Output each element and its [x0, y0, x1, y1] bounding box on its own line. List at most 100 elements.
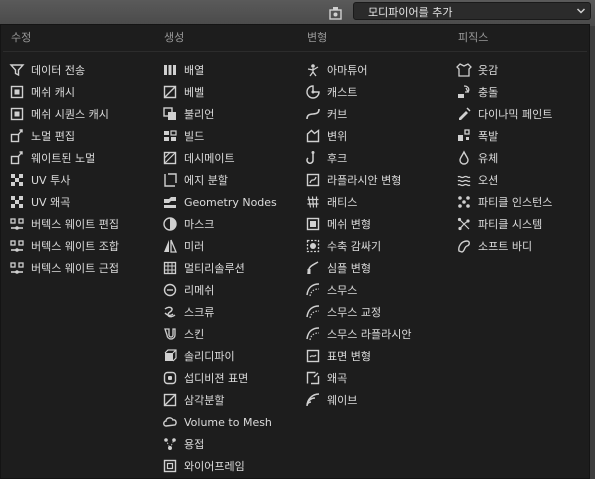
menu-item-label: 데시메이트 [184, 152, 235, 165]
menu-item-smooth[interactable]: 스무스 [305, 279, 411, 301]
menu-item-solidify[interactable]: 솔리디파이 [162, 345, 277, 367]
menu-item-vertex-weight-proximity[interactable]: 버텍스 웨이트 근접 [9, 257, 119, 279]
screw-icon [162, 304, 178, 320]
menu-item-mesh-cache[interactable]: 메쉬 캐시 [9, 81, 119, 103]
menu-item-decimate[interactable]: 데시메이트 [162, 147, 277, 169]
column-deform: 아마튜어캐스트커브변위후크라플라시안 변형래티스 메쉬 변형수축 감싸기심플 변형… [305, 59, 411, 411]
menu-item-multiresolution[interactable]: 멀티리솔루션 [162, 257, 277, 279]
menu-item-soft-body[interactable]: 소프트 바디 [456, 235, 552, 257]
lattice-icon [305, 194, 321, 210]
menu-item-collision[interactable]: 충돌 [456, 81, 552, 103]
vertex-weight-edit-icon [9, 216, 25, 232]
menu-item-array[interactable]: 배열 [162, 59, 277, 81]
column-header-generate: 생성 [164, 31, 185, 44]
menu-item-mirror[interactable]: 미러 [162, 235, 277, 257]
menu-item-surface-deform[interactable]: 표면 변형 [305, 345, 411, 367]
menu-item-label: 캐스트 [327, 86, 358, 99]
menu-item-data-transfer[interactable]: 데이터 전송 [9, 59, 119, 81]
menu-item-label: 심플 변형 [327, 262, 371, 275]
explode-icon [456, 128, 472, 144]
menu-item-screw[interactable]: 스크류 [162, 301, 277, 323]
menu-item-weld[interactable]: 용접 [162, 433, 277, 455]
add-modifier-dropdown[interactable]: 모디파이어를 추가 [353, 2, 591, 20]
dynamic-paint-icon [456, 106, 472, 122]
menu-item-vertex-weight-mix[interactable]: 버텍스 웨이트 조합 [9, 235, 119, 257]
menu-item-label: 버텍스 웨이트 편집 [31, 218, 119, 231]
chevron-down-icon [576, 6, 586, 16]
menu-item-normal-edit[interactable]: 노멀 편집 [9, 125, 119, 147]
array-icon [162, 62, 178, 78]
menu-item-fluid[interactable]: 유체 [456, 147, 552, 169]
menu-item-weighted-normal[interactable]: 웨이트된 노멀 [9, 147, 119, 169]
menu-item-dynamic-paint[interactable]: 다이나믹 페인트 [456, 103, 552, 125]
menu-item-cloth[interactable]: 옷감 [456, 59, 552, 81]
menu-item-remesh[interactable]: 리메쉬 [162, 279, 277, 301]
menu-item-smooth-corrective[interactable]: 스무스 교정 [305, 301, 411, 323]
menu-item-boolean[interactable]: 불리언 [162, 103, 277, 125]
menu-item-hook[interactable]: 후크 [305, 147, 411, 169]
menu-item-label: 섭디비젼 표면 [184, 372, 249, 385]
menu-item-triangulate[interactable]: 삼각분할 [162, 389, 277, 411]
menu-item-geometry-nodes[interactable]: Geometry Nodes [162, 191, 277, 213]
menu-item-laplacian-deform[interactable]: 라플라시안 변형 [305, 169, 411, 191]
menu-item-particle-system[interactable]: 파티클 시스템 [456, 213, 552, 235]
menu-item-mesh-sequence-cache[interactable]: 메쉬 시퀀스 캐시 [9, 103, 119, 125]
menu-item-smooth-laplacian[interactable]: 스무스 라플라시안 [305, 323, 411, 345]
bevel-icon [162, 84, 178, 100]
menu-item-simple-deform[interactable]: 심플 변형 [305, 257, 411, 279]
menu-item-label: 노멀 편집 [31, 130, 75, 143]
menu-item-armature[interactable]: 아마튜어 [305, 59, 411, 81]
menu-item-label: 다이나믹 페인트 [478, 108, 553, 121]
menu-item-uv-project[interactable]: UV 투사 [9, 169, 119, 191]
menu-item-mesh-deform[interactable]: 메쉬 변형 [305, 213, 411, 235]
menu-item-label: 데이터 전송 [31, 64, 86, 77]
decimate-icon [162, 150, 178, 166]
wrench-tab-icon[interactable] [328, 5, 344, 21]
menu-item-wave[interactable]: 웨이브 [305, 389, 411, 411]
hook-icon [305, 150, 321, 166]
menu-item-ocean[interactable]: 오션 [456, 169, 552, 191]
menu-item-label: 스킨 [184, 328, 205, 341]
menu-item-explode[interactable]: 폭발 [456, 125, 552, 147]
volume-to-mesh-icon [162, 414, 178, 430]
menu-item-build[interactable]: 빌드 [162, 125, 277, 147]
menu-item-label: 마스크 [184, 218, 215, 231]
mask-icon [162, 216, 178, 232]
normal-edit-icon [9, 128, 25, 144]
menu-item-label: 라플라시안 변형 [327, 174, 402, 187]
menu-item-lattice[interactable]: 래티스 [305, 191, 411, 213]
menu-item-label: UV 왜곡 [31, 196, 71, 209]
data-transfer-icon [9, 62, 25, 78]
menu-item-label: 용접 [184, 438, 205, 451]
menu-item-label: 수축 감싸기 [327, 240, 382, 253]
menu-item-curve[interactable]: 커브 [305, 103, 411, 125]
menu-item-edge-split[interactable]: 에지 분할 [162, 169, 277, 191]
menu-item-warp[interactable]: 왜곡 [305, 367, 411, 389]
menu-item-wireframe[interactable]: 와이어프레임 [162, 455, 277, 477]
cloth-icon [456, 62, 472, 78]
menu-item-vertex-weight-edit[interactable]: 버텍스 웨이트 편집 [9, 213, 119, 235]
subdivision-surface-icon [162, 370, 178, 386]
menu-item-subdivision-surface[interactable]: 섭디비젼 표면 [162, 367, 277, 389]
menu-item-skin[interactable]: 스킨 [162, 323, 277, 345]
mesh-sequence-cache-icon [9, 106, 25, 122]
menu-item-particle-instance[interactable]: 파티클 인스턴스 [456, 191, 552, 213]
menu-item-uv-warp[interactable]: UV 왜곡 [9, 191, 119, 213]
menu-item-label: 커브 [327, 108, 348, 121]
mesh-cache-icon [9, 84, 25, 100]
column-header-edit: 수정 [11, 31, 32, 44]
menu-item-bevel[interactable]: 베벨 [162, 81, 277, 103]
menu-item-shrinkwrap[interactable]: 수축 감싸기 [305, 235, 411, 257]
menu-item-cast[interactable]: 캐스트 [305, 81, 411, 103]
menu-item-displace[interactable]: 변위 [305, 125, 411, 147]
smooth-laplacian-icon [305, 326, 321, 342]
geometry-nodes-icon [162, 194, 178, 210]
menu-item-label: 스무스 교정 [327, 306, 382, 319]
menu-item-label: 후크 [327, 152, 348, 165]
menu-item-label: UV 투사 [31, 174, 71, 187]
menu-item-mask[interactable]: 마스크 [162, 213, 277, 235]
menu-item-label: 메쉬 시퀀스 캐시 [31, 108, 109, 121]
menu-item-volume-to-mesh[interactable]: Volume to Mesh [162, 411, 277, 433]
skin-icon [162, 326, 178, 342]
menu-item-label: 버텍스 웨이트 조합 [31, 240, 119, 253]
